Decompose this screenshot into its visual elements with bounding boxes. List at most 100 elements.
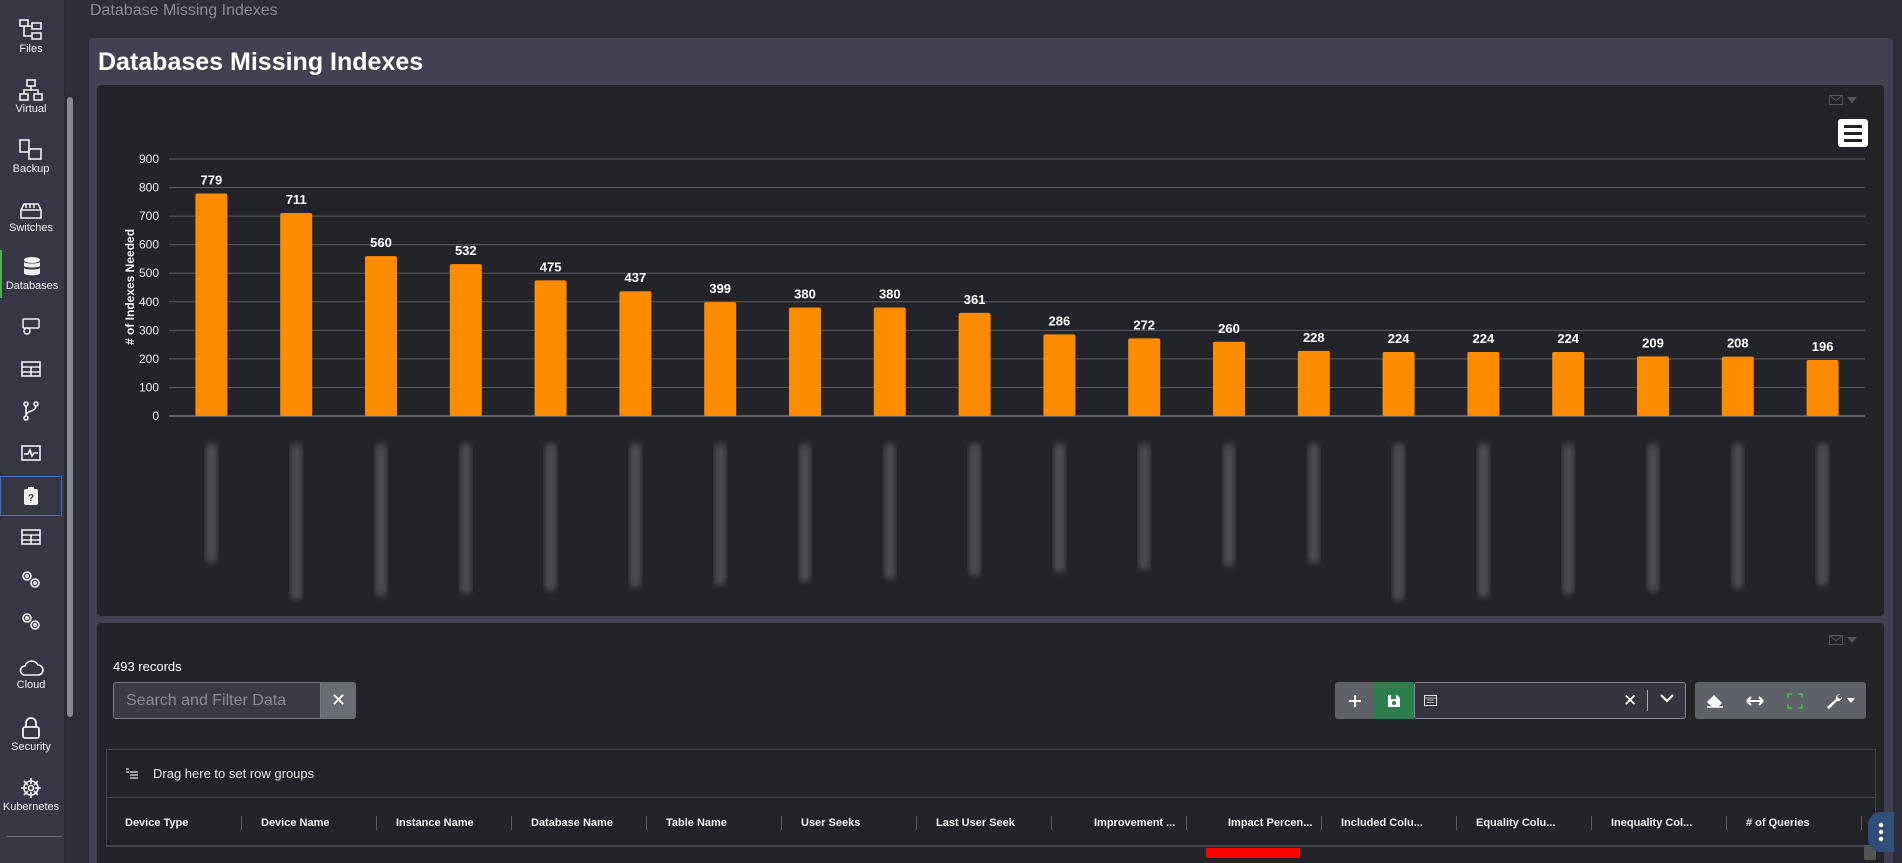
add-view-button[interactable] xyxy=(1335,682,1374,719)
column-header-device-type[interactable]: Device Type xyxy=(125,798,188,847)
bar-data-label: 286 xyxy=(1049,313,1071,328)
y-tick-label: 200 xyxy=(139,352,159,366)
bar xyxy=(1467,352,1500,416)
column-header-last-user-seek[interactable]: Last User Seek xyxy=(936,798,1015,847)
column-header-inequality-columns[interactable]: Inequality Col... xyxy=(1611,798,1692,847)
server-settings-icon xyxy=(22,318,40,335)
sidebar-item-table[interactable] xyxy=(0,356,62,382)
bar xyxy=(789,307,821,416)
view-selector[interactable]: ✕ xyxy=(1414,682,1686,719)
plus-icon xyxy=(1348,694,1361,707)
sidebar-item-kubernetes[interactable]: Kubernetes xyxy=(0,772,62,818)
sidebar-item-virtual[interactable]: Virtual xyxy=(0,74,62,120)
sidebar-item-gears-2[interactable] xyxy=(0,608,62,634)
x-tick-label-redacted xyxy=(1647,443,1659,592)
save-view-button[interactable] xyxy=(1374,682,1414,719)
grid-row-divider xyxy=(106,846,1876,847)
table-icon xyxy=(21,529,41,545)
sidebar-scrollbar-thumb[interactable] xyxy=(67,97,73,717)
y-tick-label: 700 xyxy=(139,209,159,223)
column-header-impact-percent[interactable]: Impact Percen... xyxy=(1228,798,1312,847)
bar-data-label: 380 xyxy=(879,286,901,301)
y-tick-label: 800 xyxy=(139,181,159,195)
sidebar-item-security[interactable]: Security xyxy=(0,712,62,758)
column-resize-handle[interactable] xyxy=(376,816,377,830)
fullscreen-button[interactable] xyxy=(1775,682,1815,719)
svg-text:?: ? xyxy=(28,493,34,504)
column-resize-handle[interactable] xyxy=(781,816,782,830)
bar-data-label: 224 xyxy=(1557,331,1579,346)
column-header-equality-columns[interactable]: Equality Colu... xyxy=(1476,798,1555,847)
clipboard-question-icon: ? xyxy=(24,487,38,505)
lock-icon xyxy=(22,717,40,739)
column-header-database-name[interactable]: Database Name xyxy=(531,798,613,847)
tools-menu-button[interactable] xyxy=(1815,682,1866,719)
column-resize-handle[interactable] xyxy=(241,816,242,830)
column-resize-handle[interactable] xyxy=(916,816,917,830)
bar-data-label: 399 xyxy=(709,281,731,296)
row-group-panel[interactable]: Drag here to set row groups xyxy=(106,749,1876,797)
chevron-down-icon[interactable] xyxy=(1660,693,1674,703)
bar-data-label: 196 xyxy=(1812,339,1834,354)
column-resize-handle[interactable] xyxy=(646,816,647,830)
x-tick-label-redacted xyxy=(1816,443,1829,586)
x-tick-label-redacted xyxy=(1307,443,1320,564)
sidebar-item-databases[interactable]: Databases xyxy=(0,250,62,298)
bar xyxy=(534,280,567,416)
search-input[interactable] xyxy=(113,682,321,719)
column-resize-handle[interactable] xyxy=(1321,816,1322,830)
bar-data-label: 361 xyxy=(964,292,986,307)
column-resize-handle[interactable] xyxy=(1861,816,1862,830)
sidebar-item-table-2[interactable] xyxy=(0,524,62,550)
column-resize-handle[interactable] xyxy=(511,816,512,830)
x-tick-label-redacted xyxy=(1731,443,1744,589)
x-tick-label-redacted xyxy=(1053,443,1066,573)
grid-body xyxy=(97,858,1884,863)
column-header-device-name[interactable]: Device Name xyxy=(261,798,330,847)
table-icon xyxy=(21,361,41,377)
column-resize-handle[interactable] xyxy=(1051,816,1052,830)
bar-data-label: 272 xyxy=(1133,317,1155,332)
bar xyxy=(1382,352,1415,416)
clear-filters-button[interactable] xyxy=(1695,682,1735,719)
column-header-user-seeks[interactable]: User Seeks xyxy=(801,798,860,847)
sidebar-item-label: Switches xyxy=(8,222,54,234)
column-header-included-columns[interactable]: Included Colu... xyxy=(1341,798,1423,847)
more-options-button[interactable] xyxy=(1868,812,1894,852)
column-header-improvement[interactable]: Improvement ... xyxy=(1094,798,1175,847)
caret-down-icon xyxy=(1847,698,1855,703)
column-header-instance-name[interactable]: Instance Name xyxy=(396,798,474,847)
view-clear-icon[interactable]: ✕ xyxy=(1623,691,1637,711)
sidebar-item-backup[interactable]: Backup xyxy=(0,134,62,180)
sidebar-item-clipboard[interactable]: ? xyxy=(0,476,62,516)
grid-card-tools[interactable] xyxy=(1829,635,1857,645)
sidebar-item-server-settings[interactable] xyxy=(0,314,62,340)
column-resize-handle[interactable] xyxy=(1186,816,1187,830)
x-tick-label-redacted xyxy=(205,443,218,563)
bar xyxy=(1552,352,1585,416)
sidebar-item-gears[interactable] xyxy=(0,566,62,592)
search-clear-button[interactable]: ✕ xyxy=(321,682,356,719)
bar-data-label: 224 xyxy=(1388,331,1410,346)
sidebar-item-files[interactable]: Files xyxy=(0,14,62,60)
column-header-query-count[interactable]: # of Queries xyxy=(1746,798,1810,847)
caret-down-icon[interactable] xyxy=(1847,637,1857,643)
sidebar-item-monitor[interactable] xyxy=(0,440,62,466)
bar xyxy=(1297,350,1330,416)
mail-icon[interactable] xyxy=(1829,635,1843,645)
x-tick-label-redacted xyxy=(1138,443,1151,570)
helm-icon xyxy=(21,778,41,798)
autosize-columns-button[interactable] xyxy=(1735,682,1775,719)
sidebar-item-switches[interactable]: Switches xyxy=(0,194,62,240)
column-header-table-name[interactable]: Table Name xyxy=(666,798,727,847)
column-resize-handle[interactable] xyxy=(1456,816,1457,830)
column-resize-handle[interactable] xyxy=(1591,816,1592,830)
column-resize-handle[interactable] xyxy=(1726,816,1727,830)
sidebar-item-label: Databases xyxy=(5,280,59,292)
x-tick-label-redacted xyxy=(1392,443,1405,601)
y-tick-label: 300 xyxy=(139,323,159,337)
bar-data-label: 208 xyxy=(1727,336,1749,351)
row-group-icon xyxy=(126,767,138,779)
sidebar-item-branch[interactable] xyxy=(0,398,62,424)
sidebar-item-cloud[interactable]: Cloud xyxy=(0,652,62,698)
